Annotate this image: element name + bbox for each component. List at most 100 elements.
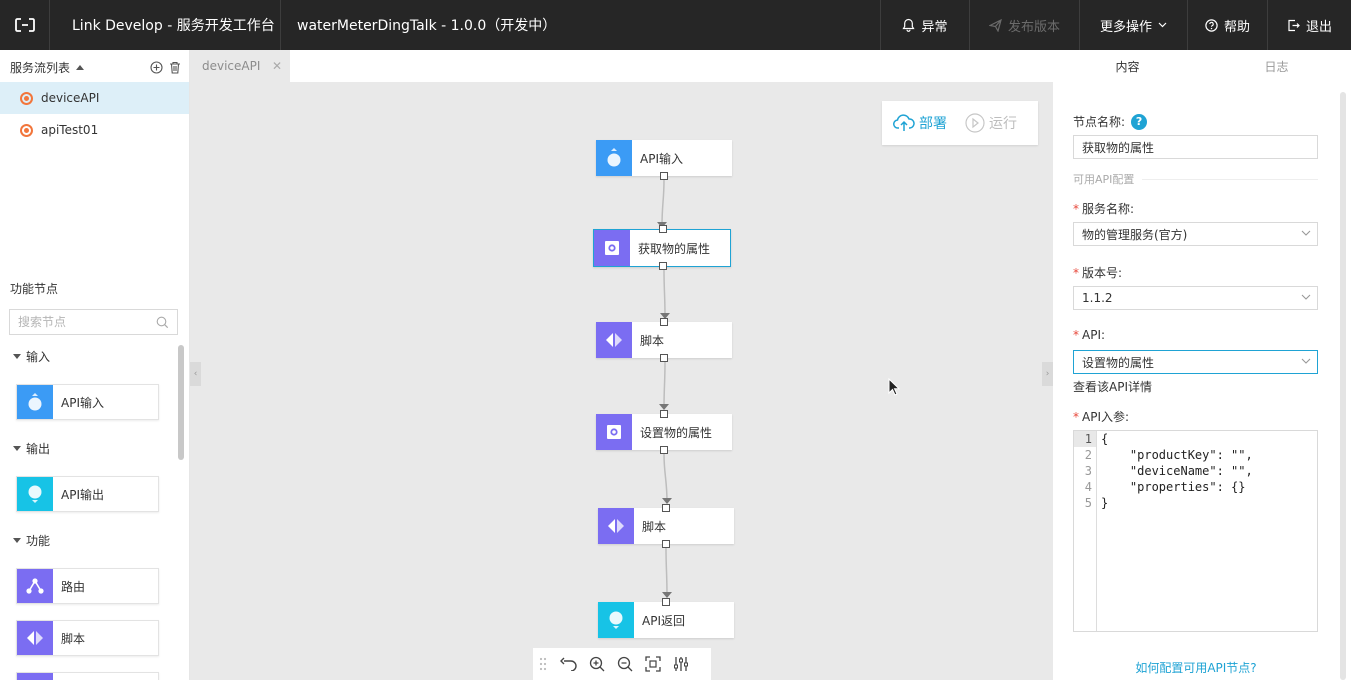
canvas-toolbar [533,648,711,680]
flow-node-script-2[interactable]: 脚本 [598,508,734,544]
function-nodes-title: 功能节点 [10,282,59,296]
output-port[interactable] [659,262,667,270]
script-icon [598,508,634,544]
input-port[interactable] [662,504,670,512]
properties-tabs: 内容 日志 [1053,50,1351,82]
output-port[interactable] [660,172,668,180]
api-input-icon [596,140,632,176]
category-function[interactable]: 功能 [13,532,50,549]
api-detail-link[interactable]: 查看该API详情 [1073,378,1152,395]
logout-label: 退出 [1305,19,1332,35]
expand-triangle-icon [13,354,21,359]
palette-scrollbar[interactable] [178,345,184,460]
undo-icon[interactable] [559,657,577,671]
add-flow-icon[interactable] [150,60,163,74]
help-label: 帮助 [1223,19,1250,35]
params-label-row: * API入参: [1073,408,1129,425]
palette-node-partial[interactable] [16,672,159,680]
send-icon [988,18,1002,32]
alert-label: 异常 [921,19,948,35]
api-params-editor[interactable]: 1 2 3 4 5 { "productKey": "", "deviceNam… [1073,430,1318,632]
output-port[interactable] [660,354,668,362]
category-label: 功能 [26,534,51,548]
bell-icon [902,18,916,32]
code-line: } [1101,496,1109,510]
chevron-down-icon [1301,358,1311,364]
palette-node-route[interactable]: 路由 [16,568,159,604]
input-port[interactable] [660,410,668,418]
tab-label: deviceAPI [202,59,261,73]
flow-item-apitest01[interactable]: apiTest01 [0,114,189,146]
service-select[interactable]: 物的管理服务(官方) [1073,222,1318,246]
code-line: "deviceName": "", [1101,464,1253,478]
help-question-icon[interactable]: ? [1131,113,1148,130]
flow-node-label: 设置物的属性 [640,425,713,440]
script-icon [17,621,53,655]
category-input[interactable]: 输入 [13,348,50,365]
publish-button[interactable]: 发布版本 [969,0,1079,50]
palette-node-api-input[interactable]: API输入 [16,384,159,420]
edge-3 [663,361,666,409]
logo-icon[interactable] [0,0,50,50]
version-select[interactable]: 1.1.2 [1073,286,1318,310]
flow-list-header: 服务流列表 [10,58,181,76]
api-select[interactable]: 设置物的属性 [1073,350,1318,374]
api-label-row: * API: [1073,328,1105,342]
flow-node-api-input[interactable]: API输入 [596,140,732,176]
input-port[interactable] [660,318,668,326]
flow-node-label: API返回 [642,613,685,628]
flow-node-set-property[interactable]: 设置物的属性 [596,414,732,450]
zoom-out-icon[interactable] [617,656,633,672]
node-search-input[interactable] [18,315,153,329]
close-tab-icon[interactable]: ✕ [272,59,282,73]
help-button[interactable]: 帮助 [1187,0,1267,50]
line-number: 2 [1084,448,1092,462]
chevron-down-icon [1301,294,1311,300]
top-bar: Link Develop - 服务开发工作台 waterMeterDingTal… [0,0,1351,50]
search-icon[interactable] [156,316,169,329]
expand-triangle-icon [13,446,21,451]
api-config-section: 可用API配置 [1073,171,1318,187]
input-port[interactable] [659,225,667,233]
api-config-help-link[interactable]: 如何配置可用API节点? [1053,659,1339,676]
output-port[interactable] [662,540,670,548]
alert-button[interactable]: 异常 [880,0,969,50]
collapse-caret-icon[interactable] [76,64,85,70]
input-port[interactable] [662,598,670,606]
version-label: 版本号: [1082,266,1123,280]
flow-node-label: 脚本 [640,333,665,348]
line-number: 4 [1084,480,1092,494]
palette-node-script[interactable]: 脚本 [16,620,159,656]
node-icon [17,673,53,680]
drag-handle-icon[interactable] [539,657,547,671]
line-number: 5 [1084,496,1092,510]
tab-content[interactable]: 内容 [1053,50,1202,82]
section-label: 可用API配置 [1073,173,1135,186]
layout-settings-icon[interactable] [673,656,689,672]
more-actions-button[interactable]: 更多操作 [1079,0,1187,50]
editor-tabstrip: deviceAPI ✕ [190,50,1053,82]
category-output[interactable]: 输出 [13,440,50,457]
flow-item-deviceapi[interactable]: deviceAPI [0,82,189,114]
zoom-in-icon[interactable] [589,656,605,672]
help-circle-icon [1205,18,1218,32]
tab-log[interactable]: 日志 [1202,50,1351,82]
thing-property-icon [594,230,630,266]
panel-scrollbar[interactable] [1340,92,1346,680]
node-name-input[interactable]: 获取物的属性 [1073,135,1318,159]
route-icon [17,569,53,603]
logout-button[interactable]: 退出 [1267,0,1351,50]
flow-node-api-return[interactable]: API返回 [598,602,734,638]
required-mark: * [1073,202,1079,216]
delete-flow-icon[interactable] [169,61,181,74]
flow-node-label: 获取物的属性 [638,241,711,256]
tab-deviceapi[interactable]: deviceAPI ✕ [190,50,290,82]
flow-node-script-1[interactable]: 脚本 [596,322,732,358]
fit-view-icon[interactable] [645,656,661,672]
node-name-label: 节点名称: [1073,115,1126,129]
flow-canvas[interactable]: ‹ › 部署 运行 API输入 获取物的属性 脚本 设置物的属性 脚本 API返… [190,82,1053,680]
palette-node-api-output[interactable]: API输出 [16,476,159,512]
params-label: API入参: [1082,410,1130,424]
output-port[interactable] [660,446,668,454]
required-mark: * [1073,328,1079,342]
